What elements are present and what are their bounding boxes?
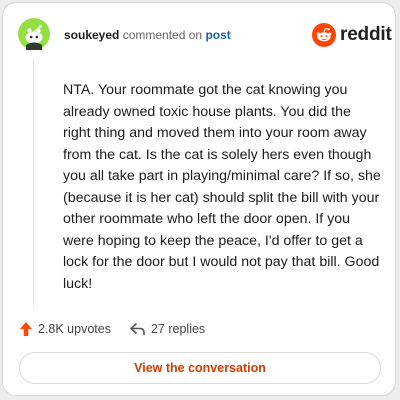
comment-actions: 2.8K upvotes 27 replies <box>19 321 205 337</box>
action-text: commented on <box>122 28 203 42</box>
thread-line[interactable] <box>33 59 34 307</box>
username[interactable]: soukeyed <box>64 28 119 42</box>
user-avatar-icon[interactable] <box>18 18 50 50</box>
reply-count: 27 replies <box>150 322 206 336</box>
upvote-count: 2.8K upvotes <box>38 322 111 336</box>
comment-card: soukeyed commented on post reddit NTA. Y… <box>2 2 396 396</box>
comment-body: NTA. Your roommate got the cat knowing y… <box>63 82 381 292</box>
view-conversation-button[interactable]: View the conversation <box>19 352 381 384</box>
reply-arrow-icon <box>130 323 145 336</box>
reddit-logo[interactable]: reddit <box>312 23 392 47</box>
comment-header: soukeyed commented on post <box>64 28 231 42</box>
reddit-logo-icon <box>312 23 336 47</box>
post-link[interactable]: post <box>205 28 230 42</box>
reddit-wordmark: reddit <box>340 24 392 45</box>
replies-button[interactable]: 27 replies <box>129 322 205 336</box>
upvote-arrow-icon <box>20 322 32 336</box>
upvote-button[interactable]: 2.8K upvotes <box>19 321 111 337</box>
